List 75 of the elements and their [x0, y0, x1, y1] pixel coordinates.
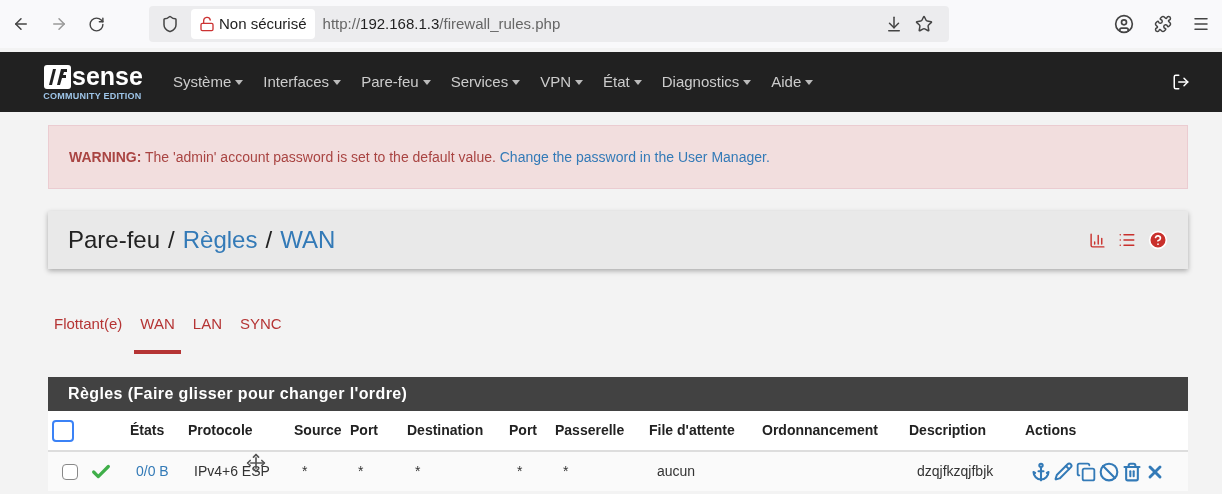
select-all-checkbox[interactable] — [52, 419, 74, 442]
logo-subtitle: COMMUNITY EDITION — [43, 91, 142, 101]
column-header: États — [128, 411, 186, 451]
chart-icon[interactable] — [1089, 231, 1106, 249]
nav-menu-item[interactable]: Interfaces — [253, 70, 352, 94]
column-header: Passerelle — [553, 411, 647, 451]
logo-text: sense — [72, 64, 143, 89]
change-password-link[interactable]: Change the password in the User Manager. — [499, 148, 770, 165]
tab[interactable]: WAN — [134, 312, 181, 354]
breadcrumb-separator: / — [168, 225, 175, 255]
nav-menu-item[interactable]: Aide — [761, 70, 824, 94]
tab[interactable]: Flottant(e) — [48, 312, 129, 354]
delete-icon[interactable] — [1122, 461, 1142, 482]
caret-icon — [575, 79, 584, 85]
account-icon[interactable] — [1114, 14, 1134, 34]
column-header: File d'attente — [647, 411, 760, 451]
table-cell: * — [302, 463, 308, 479]
column-header: Actions — [1023, 411, 1188, 451]
nav-menu-item[interactable]: Pare-feu — [351, 70, 441, 94]
back-icon[interactable] — [12, 15, 30, 33]
list-icon[interactable] — [1118, 231, 1136, 249]
table-cell: IPv4+6 ESP — [194, 463, 270, 479]
table-cell: * — [358, 463, 364, 479]
nav-menu-item[interactable]: État — [593, 70, 652, 94]
copy-icon[interactable] — [1076, 461, 1096, 482]
column-header: Ordonnancement — [760, 411, 907, 451]
anchor-icon[interactable] — [1031, 461, 1051, 482]
extensions-icon[interactable] — [1154, 15, 1172, 33]
reload-icon[interactable] — [88, 15, 105, 33]
table-cell: * — [415, 463, 421, 479]
column-header: Port — [507, 411, 553, 451]
forward-icon[interactable] — [50, 15, 68, 33]
insecure-lock-icon — [199, 16, 215, 32]
table-cell: * — [563, 463, 569, 479]
caret-icon — [235, 79, 244, 85]
breadcrumb-root: Pare-feu — [68, 225, 161, 255]
pf-logo-icon — [42, 63, 72, 90]
caret-icon — [805, 79, 814, 85]
menu-icon[interactable] — [1192, 15, 1210, 33]
table-title: Règles (Faire glisser pour changer l'ordre) — [68, 384, 408, 404]
disable-icon[interactable] — [1099, 461, 1119, 482]
download-icon[interactable] — [885, 15, 903, 33]
caret-icon — [333, 79, 342, 85]
column-header: Protocole — [186, 411, 292, 451]
table-cell: dzqjfkzqjfbjk — [917, 463, 994, 479]
breadcrumb-separator: / — [265, 225, 273, 255]
table-cell: aucun — [657, 463, 696, 479]
nav-menu-item[interactable]: VPN — [530, 70, 594, 94]
caret-icon — [422, 79, 431, 85]
states-link[interactable]: 0/0 B — [136, 463, 169, 479]
breadcrumb-link[interactable]: Règles — [182, 222, 258, 258]
shield-icon[interactable] — [161, 15, 179, 33]
url-text: http://192.168.1.3/firewall_rules.php — [322, 13, 561, 34]
column-header: Source — [292, 411, 348, 451]
breadcrumb-link[interactable]: WAN — [280, 222, 336, 258]
security-indicator[interactable]: Non sécurisé — [191, 9, 315, 39]
nav-menu-item[interactable]: Diagnostics — [651, 70, 762, 94]
row-checkbox[interactable] — [62, 464, 78, 481]
caret-icon — [743, 79, 752, 85]
nav-menu-item[interactable]: Services — [440, 70, 531, 94]
tab[interactable]: SYNC — [234, 312, 288, 354]
table-cell: * — [517, 463, 523, 479]
logout-icon[interactable] — [1172, 73, 1190, 91]
column-header: Description — [907, 411, 1023, 451]
caret-icon — [633, 79, 642, 85]
column-header: Destination — [405, 411, 507, 451]
tab[interactable]: LAN — [186, 312, 228, 354]
address-bar[interactable]: Non sécurisé http://192.168.1.3/firewall_rules.php — [149, 6, 949, 42]
column-header: Port — [348, 411, 405, 451]
bookmark-star-icon[interactable] — [915, 15, 933, 33]
help-icon[interactable] — [1148, 230, 1168, 250]
nav-menu-item[interactable]: Système — [162, 70, 254, 94]
caret-icon — [512, 79, 521, 85]
warning-message: WARNING: The 'admin' account password is set to the default value. Change the password in the User Manager. — [69, 147, 770, 167]
edit-icon[interactable] — [1054, 462, 1073, 481]
